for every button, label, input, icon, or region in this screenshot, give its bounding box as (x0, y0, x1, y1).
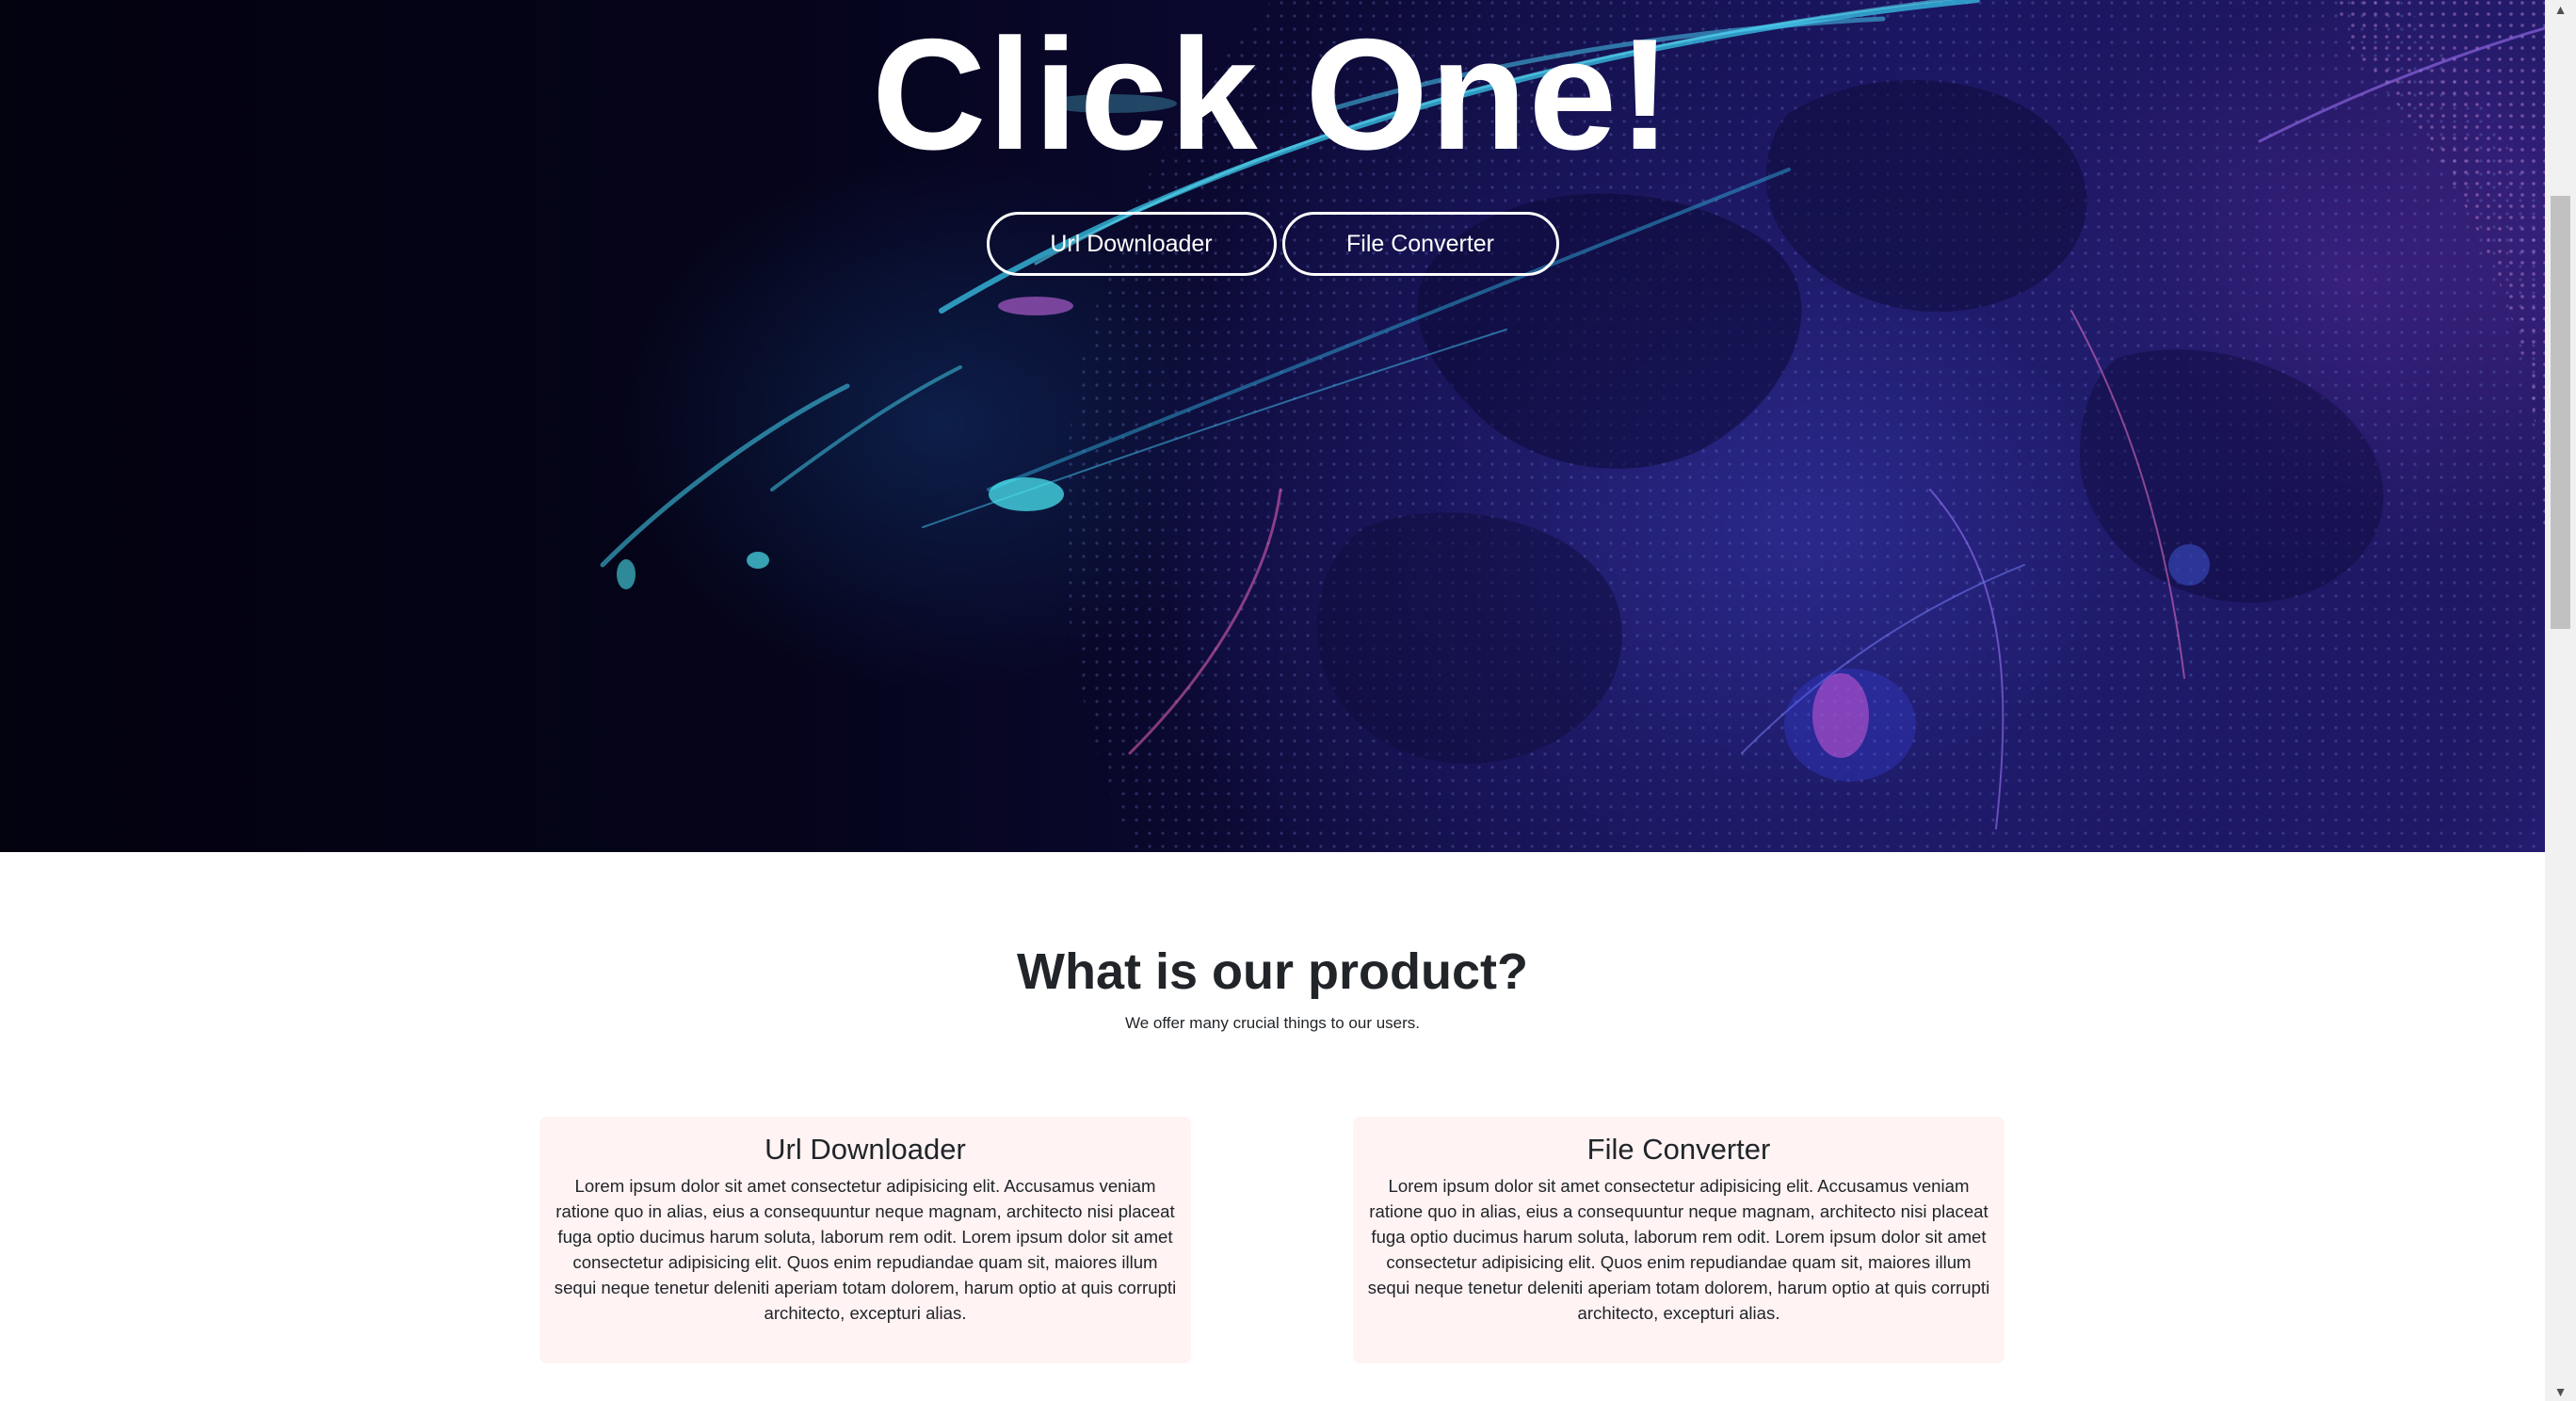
hero-section: Click One! Url Downloader File Converter (0, 0, 2545, 852)
page: Click One! Url Downloader File Converter… (0, 0, 2545, 1401)
file-converter-button[interactable]: File Converter (1281, 212, 1559, 276)
product-section: What is our product? We offer many cruci… (0, 852, 2545, 1401)
hero-button-group: Url Downloader File Converter (0, 212, 2545, 276)
chevron-up-icon[interactable]: ▲ (2545, 0, 2576, 19)
vertical-scrollbar[interactable]: ▲ ▼ (2545, 0, 2576, 1401)
card-url-downloader: Url Downloader Lorem ipsum dolor sit ame… (539, 1117, 1191, 1363)
chevron-down-icon[interactable]: ▼ (2545, 1382, 2576, 1401)
scrollbar-thumb[interactable] (2551, 196, 2570, 629)
card-body: Lorem ipsum dolor sit amet consectetur a… (554, 1176, 1177, 1323)
url-downloader-button[interactable]: Url Downloader (986, 212, 1277, 276)
card-title: File Converter (1586, 1133, 1771, 1166)
hero-title: Click One! (872, 6, 1673, 183)
section-subtitle: We offer many crucial things to our user… (1124, 1014, 1421, 1032)
card-body: Lorem ipsum dolor sit amet consectetur a… (1367, 1176, 1990, 1323)
card-file-converter: File Converter Lorem ipsum dolor sit ame… (1353, 1117, 2004, 1363)
card-title: Url Downloader (765, 1133, 966, 1166)
section-title: What is our product? (1017, 943, 1528, 1000)
